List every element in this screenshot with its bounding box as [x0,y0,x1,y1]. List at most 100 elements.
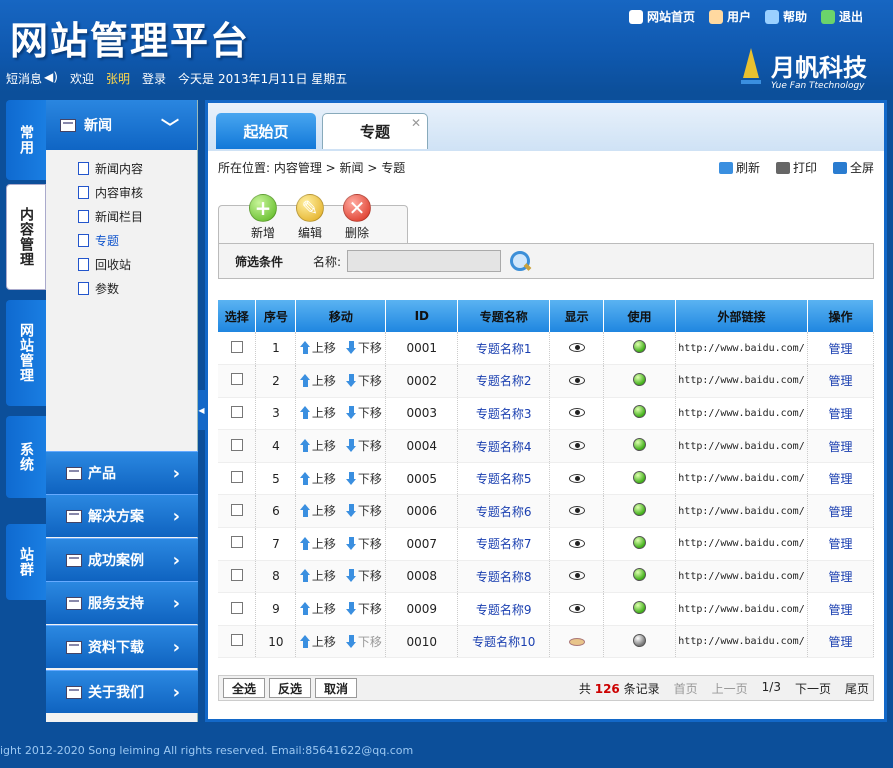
status-on-icon[interactable] [633,340,647,354]
move-down-button[interactable]: 下移 [345,404,382,421]
next-page-link[interactable]: 下一页 [795,680,831,697]
sidebar-item-4[interactable]: 回收站 [46,252,197,276]
external-link[interactable]: http://www.baidu.com/ [675,397,808,431]
manage-link[interactable]: 管理 [807,625,874,659]
row-checkbox[interactable] [230,536,243,549]
sidebar-section-0[interactable]: 产品 › [46,451,198,494]
move-up-button[interactable]: 上移 [299,470,336,487]
move-down-button[interactable]: 下移 [345,535,382,552]
status-on-icon[interactable] [633,568,647,582]
external-link[interactable]: http://www.baidu.com/ [675,494,808,529]
move-up-button[interactable]: 上移 [299,502,336,519]
eye-icon[interactable] [568,473,585,483]
manage-link[interactable]: 管理 [807,592,874,626]
external-link[interactable]: http://www.baidu.com/ [675,429,808,463]
manage-link[interactable]: 管理 [807,560,874,594]
move-up-button[interactable]: 上移 [299,600,336,617]
eye-icon[interactable] [568,408,585,418]
row-checkbox[interactable] [230,340,243,353]
move-down-button[interactable]: 下移 [345,633,382,650]
move-down-button[interactable]: 下移 [345,502,382,519]
messages-link[interactable]: 短消息 [6,70,42,87]
move-up-button[interactable]: 上移 [299,339,336,356]
status-on-icon[interactable] [633,601,647,615]
eye-icon[interactable] [568,604,585,614]
move-up-button[interactable]: 上移 [299,372,336,389]
move-up-button[interactable]: 上移 [299,633,336,650]
sidebar-item-3[interactable]: 专题 [46,228,197,252]
row-checkbox[interactable] [230,601,243,614]
eye-icon[interactable] [568,343,585,353]
row-checkbox[interactable] [230,438,243,451]
status-on-icon[interactable] [633,438,647,452]
sidebar-item-1[interactable]: 内容审核 [46,180,197,204]
move-down-button[interactable]: 下移 [345,470,382,487]
name-input[interactable] [347,250,502,272]
collapse-sidebar-handle[interactable]: ◀ [198,390,205,430]
status-on-icon[interactable] [633,503,647,517]
manage-link[interactable]: 管理 [807,494,874,529]
topic-name-link[interactable]: 专题名称2 [457,364,551,398]
move-down-button[interactable]: 下移 [345,437,382,454]
vtab-1[interactable]: 内容管理 [6,184,46,290]
move-up-button[interactable]: 上移 [299,535,336,552]
external-link[interactable]: http://www.baidu.com/ [675,332,808,366]
eye-icon[interactable] [568,375,585,385]
manage-link[interactable]: 管理 [807,429,874,463]
topic-name-link[interactable]: 专题名称3 [457,397,551,431]
move-up-button[interactable]: 上移 [299,437,336,454]
external-link[interactable]: http://www.baidu.com/ [675,560,808,594]
sidebar-item-5[interactable]: 参数 [46,276,197,300]
status-on-icon[interactable] [633,405,647,419]
top-nav-home[interactable]: 网站首页 [628,8,695,25]
vtab-3[interactable]: 系统 [6,416,46,498]
row-checkbox[interactable] [230,503,243,516]
add-button[interactable]: + 新增 [249,194,277,241]
status-on-icon[interactable] [633,372,647,386]
search-icon[interactable] [509,250,531,272]
move-down-button[interactable]: 下移 [345,600,382,617]
topic-name-link[interactable]: 专题名称5 [457,462,551,496]
topic-name-link[interactable]: 专题名称9 [457,592,551,626]
topic-name-link[interactable]: 专题名称8 [457,560,551,594]
eye-closed-icon[interactable] [568,637,585,646]
eye-icon[interactable] [568,441,585,451]
top-nav-help[interactable]: 帮助 [764,8,807,25]
status-off-icon[interactable] [633,633,647,647]
vtab-4[interactable]: 站群 [6,524,46,600]
topic-name-link[interactable]: 专题名称1 [457,332,551,366]
external-link[interactable]: http://www.baidu.com/ [675,625,808,659]
sidebar-item-0[interactable]: 新闻内容 [46,156,197,180]
top-nav-user[interactable]: 用户 [708,8,751,25]
move-up-button[interactable]: 上移 [299,404,336,421]
topic-name-link[interactable]: 专题名称7 [457,527,551,561]
topic-name-link[interactable]: 专题名称4 [457,429,551,463]
fullscreen-button[interactable]: 全屏 [832,159,874,176]
external-link[interactable]: http://www.baidu.com/ [675,592,808,626]
move-up-button[interactable]: 上移 [299,567,336,584]
manage-link[interactable]: 管理 [807,397,874,431]
row-checkbox[interactable] [230,405,243,418]
row-checkbox[interactable] [230,373,243,386]
prev-page-link[interactable]: 上一页 [712,680,748,697]
sidebar-section-4[interactable]: 资料下载 › [46,625,198,668]
delete-button[interactable]: ✕ 删除 [343,194,371,241]
move-down-button[interactable]: 下移 [345,339,382,356]
tab-topic[interactable]: 专题 ✕ [322,113,428,149]
manage-link[interactable]: 管理 [807,527,874,561]
refresh-button[interactable]: 刷新 [718,159,760,176]
sidebar-section-5[interactable]: 关于我们 › [46,670,198,713]
sidebar-section-2[interactable]: 成功案例 › [46,538,198,581]
move-down-button[interactable]: 下移 [345,372,382,389]
cancel-button[interactable]: 取消 [315,678,358,698]
topic-name-link[interactable]: 专题名称6 [457,494,551,529]
sidebar-header-news[interactable]: 新闻 ﹀ [46,100,197,150]
external-link[interactable]: http://www.baidu.com/ [675,527,808,561]
topic-name-link[interactable]: 专题名称10 [457,625,551,659]
vtab-2[interactable]: 网站管理 [6,300,46,406]
top-nav-exit[interactable]: 退出 [820,8,863,25]
tab-home[interactable]: 起始页 [216,113,316,149]
vtab-0[interactable]: 常用 [6,100,46,180]
manage-link[interactable]: 管理 [807,332,874,366]
status-on-icon[interactable] [633,535,647,549]
